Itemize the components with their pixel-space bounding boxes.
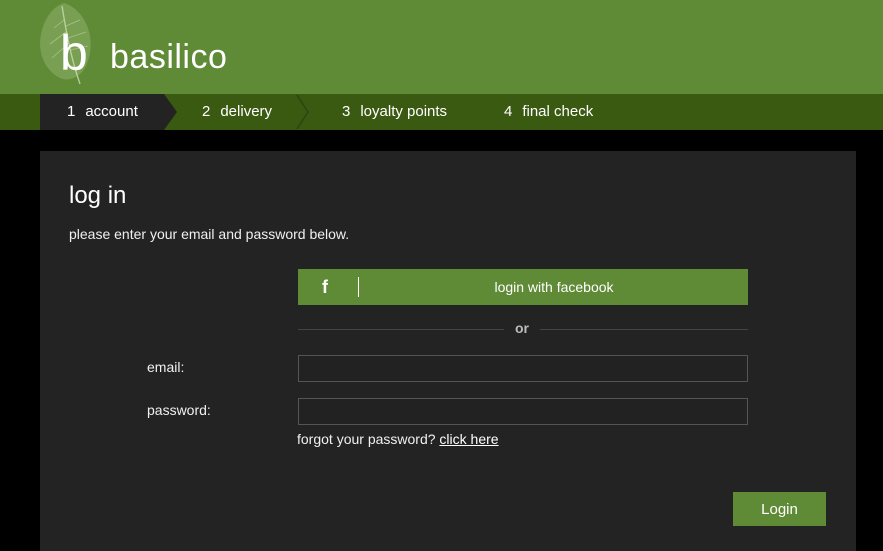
forgot-password-text: forgot your password? click here xyxy=(297,431,499,447)
password-field[interactable] xyxy=(298,398,748,425)
page-title: log in xyxy=(69,182,127,209)
site-header: b basilico xyxy=(0,0,883,94)
step-label: loyalty points xyxy=(360,103,448,120)
step-label: delivery xyxy=(220,103,273,120)
button-divider xyxy=(358,277,359,297)
facebook-icon: f xyxy=(322,277,328,297)
forgot-password-prompt: forgot your password? xyxy=(297,431,436,447)
step-number: 2 xyxy=(202,103,211,120)
step-label: account xyxy=(85,103,138,120)
login-button[interactable]: Login xyxy=(733,492,826,526)
step-label: final check xyxy=(522,103,594,120)
active-step-arrow xyxy=(164,94,177,130)
email-field[interactable] xyxy=(298,355,748,382)
forgot-password-link[interactable]: click here xyxy=(439,431,498,447)
step-account[interactable]: 1 account xyxy=(40,94,164,130)
password-label: password: xyxy=(147,402,211,418)
step-number: 1 xyxy=(67,103,76,120)
chevron-right-icon xyxy=(296,94,309,130)
step-number: 4 xyxy=(504,103,513,120)
divider-line-left xyxy=(298,329,504,330)
step-delivery[interactable]: 2 delivery xyxy=(202,94,272,130)
or-divider: or xyxy=(515,320,529,336)
facebook-login-label: login with facebook xyxy=(494,279,614,295)
divider-line-right xyxy=(540,329,748,330)
email-label: email: xyxy=(147,359,185,375)
facebook-login-button[interactable]: f login with facebook xyxy=(298,269,748,305)
page-subtitle: please enter your email and password bel… xyxy=(69,226,350,242)
leaf-icon: b xyxy=(40,3,91,85)
step-final-check[interactable]: 4 final check xyxy=(504,94,593,130)
brand-name[interactable]: basilico xyxy=(110,38,227,77)
checkout-steps: 1 account 2 delivery 3 loyalty points 4 fina… xyxy=(0,94,883,130)
step-loyalty-points[interactable]: 3 loyalty points xyxy=(342,94,447,130)
login-panel xyxy=(40,151,856,551)
logo-letter: b xyxy=(60,25,88,81)
step-number: 3 xyxy=(342,103,351,120)
